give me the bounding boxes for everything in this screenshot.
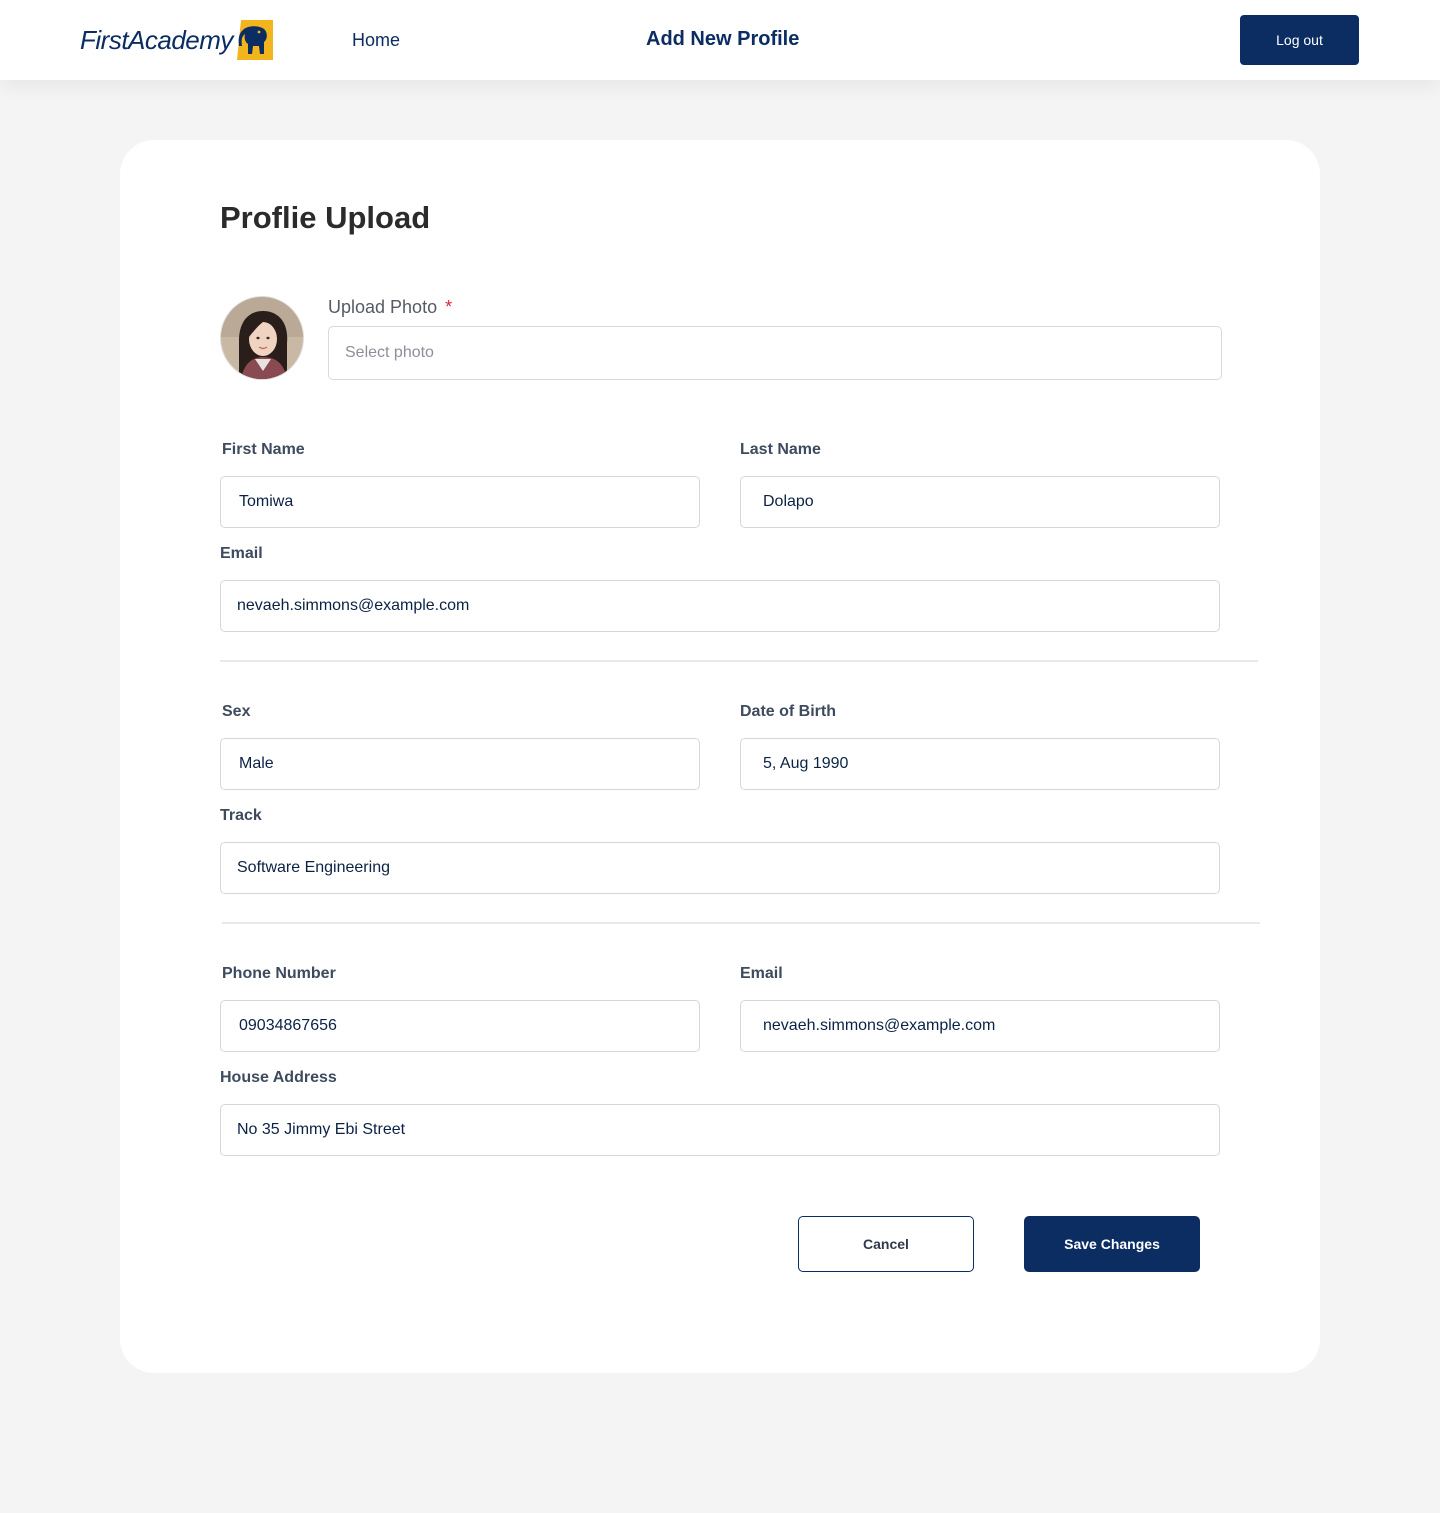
date-of-birth-label: Date of Birth	[740, 703, 836, 720]
logout-button[interactable]: Log out	[1240, 15, 1359, 65]
first-name-label: First Name	[222, 441, 305, 458]
section-divider	[220, 660, 1258, 662]
phone-number-input[interactable]: 09034867656	[220, 1000, 700, 1052]
track-label: Track	[220, 807, 262, 824]
contact-email-input[interactable]: nevaeh.simmons@example.com	[740, 1000, 1220, 1052]
first-name-value: Tomiwa	[239, 493, 294, 510]
house-address-value: No 35 Jimmy Ebi Street	[237, 1121, 406, 1138]
elephant-logo-icon	[236, 20, 273, 60]
email-value: nevaeh.simmons@example.com	[237, 597, 470, 614]
section-divider	[222, 922, 1260, 924]
last-name-value: Dolapo	[763, 493, 814, 510]
brand-logo[interactable]: FirstAcademy	[80, 20, 273, 60]
profile-form-card: Proflie Upload Upload Photo * Select phot…	[120, 140, 1320, 1373]
phone-number-value: 09034867656	[239, 1017, 337, 1034]
date-of-birth-value: 5, Aug 1990	[763, 755, 849, 772]
phone-number-label: Phone Number	[222, 965, 336, 982]
house-address-input[interactable]: No 35 Jimmy Ebi Street	[220, 1104, 1220, 1156]
sex-label: Sex	[222, 703, 251, 720]
contact-email-value: nevaeh.simmons@example.com	[763, 1017, 996, 1034]
upload-photo-label-text: Upload Photo	[328, 297, 438, 317]
photo-select-placeholder: Select photo	[345, 344, 434, 361]
track-value: Software Engineering	[237, 859, 390, 876]
last-name-label: Last Name	[740, 441, 821, 458]
sex-value: Male	[239, 755, 274, 772]
cancel-button[interactable]: Cancel	[798, 1216, 974, 1272]
contact-email-label: Email	[740, 965, 783, 982]
email-label: Email	[220, 545, 263, 562]
photo-select-input[interactable]: Select photo	[328, 326, 1222, 380]
page-title-nav: Add New Profile	[646, 28, 800, 50]
save-changes-button[interactable]: Save Changes	[1024, 1216, 1200, 1272]
email-input[interactable]: nevaeh.simmons@example.com	[220, 580, 1220, 632]
last-name-input[interactable]: Dolapo	[740, 476, 1220, 528]
first-name-input[interactable]: Tomiwa	[220, 476, 700, 528]
required-asterisk: *	[445, 297, 453, 317]
top-navbar: FirstAcademy Home Add New Profile Log ou…	[0, 0, 1440, 80]
nav-home-link[interactable]: Home	[352, 30, 400, 51]
form-title: Proflie Upload	[220, 200, 431, 235]
user-avatar-photo[interactable]	[220, 296, 304, 380]
sex-input[interactable]: Male	[220, 738, 700, 790]
brand-logo-text: FirstAcademy	[80, 24, 233, 55]
upload-photo-label: Upload Photo *	[328, 297, 452, 318]
avatar-portrait-icon	[221, 297, 303, 379]
house-address-label: House Address	[220, 1069, 337, 1086]
track-input[interactable]: Software Engineering	[220, 842, 1220, 894]
date-of-birth-input[interactable]: 5, Aug 1990	[740, 738, 1220, 790]
